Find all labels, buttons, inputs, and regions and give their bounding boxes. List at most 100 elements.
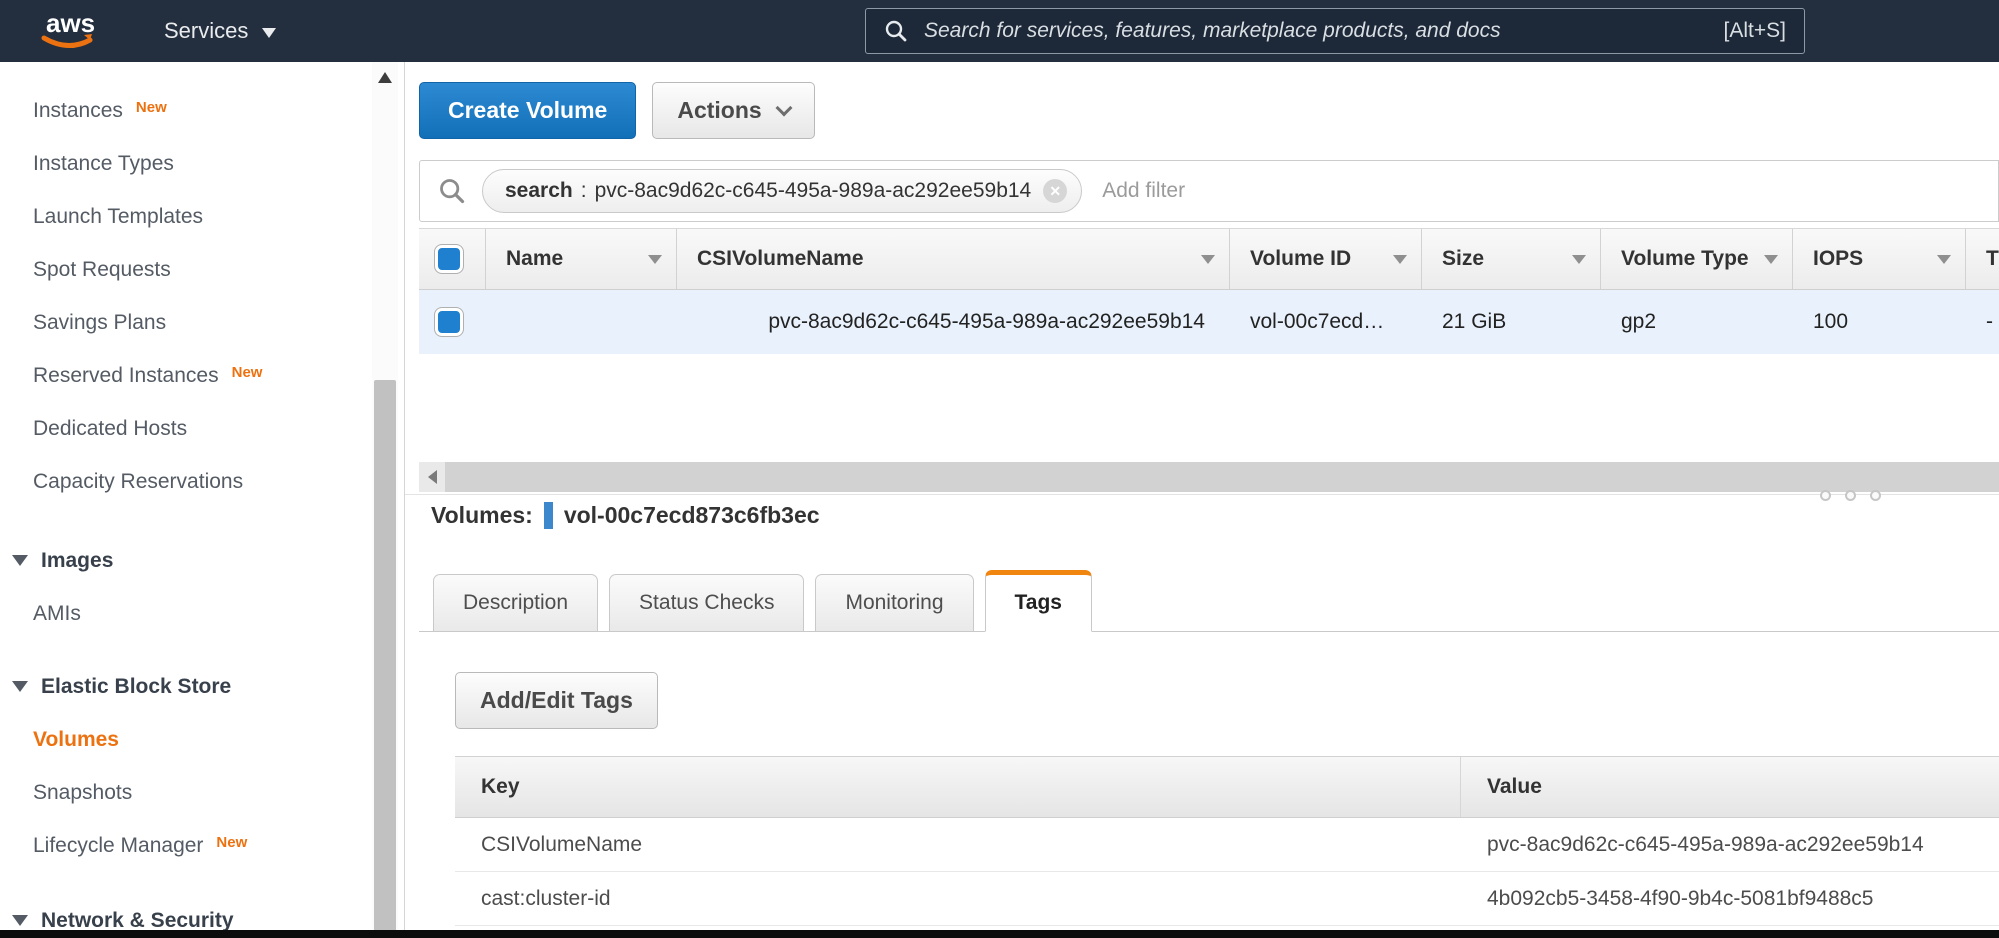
window-bottom-edge <box>0 930 1999 938</box>
sidebar-item-volumes[interactable]: Volumes <box>0 713 404 766</box>
cell-volume-type: gp2 <box>1600 290 1792 354</box>
detail-tabs: Description Status Checks Monitoring Tag… <box>419 570 1999 632</box>
column-header-size[interactable]: Size <box>1421 229 1600 289</box>
tab-tags[interactable]: Tags <box>985 570 1092 632</box>
cell-name <box>485 290 676 354</box>
scroll-left-icon[interactable] <box>419 462 445 492</box>
column-header-volume-type[interactable]: Volume Type <box>1600 229 1792 289</box>
filter-bar[interactable]: search : pvc-8ac9d62c-c645-495a-989a-ac2… <box>419 160 1999 222</box>
tab-monitoring[interactable]: Monitoring <box>815 574 973 631</box>
sort-icon <box>1937 255 1951 264</box>
ec2-sidebar: Instances New Instance Types Launch Temp… <box>0 62 405 938</box>
sidebar-item-spot-requests[interactable]: Spot Requests <box>0 243 404 296</box>
remove-filter-icon[interactable]: ✕ <box>1043 179 1067 203</box>
section-collapse-icon <box>12 915 28 926</box>
volumes-table-header: Name CSIVolumeName Volume ID Size Volume… <box>419 228 1999 290</box>
new-badge: New <box>216 834 247 851</box>
services-caret-icon <box>262 28 276 38</box>
section-collapse-icon <box>12 681 28 692</box>
aws-console-window: aws Services Search for services, featur… <box>0 0 1999 938</box>
sidebar-item-amis[interactable]: AMIs <box>0 587 404 640</box>
sidebar-section-images[interactable]: Images <box>0 534 404 587</box>
volume-table-row[interactable]: pvc-8ac9d62c-c645-495a-989a-ac292ee59b14… <box>419 290 1999 354</box>
cell-throughput: - <box>1965 290 1999 354</box>
sidebar-item-launch-templates[interactable]: Launch Templates <box>0 190 404 243</box>
tags-table-header: Key Value <box>455 756 1999 818</box>
column-header-volume-id[interactable]: Volume ID <box>1229 229 1421 289</box>
detail-heading: Volumes: vol-00c7ecd873c6fb3ec <box>431 502 820 529</box>
tag-value: 4b092cb5-3458-4f90-9b4c-5081bf9488c5 <box>1460 872 1999 925</box>
tag-key: CSIVolumeName <box>455 818 1460 871</box>
cell-size: 21 GiB <box>1421 290 1600 354</box>
filter-tag[interactable]: search : pvc-8ac9d62c-c645-495a-989a-ac2… <box>482 169 1082 213</box>
services-menu[interactable]: Services <box>164 18 276 44</box>
tags-column-key: Key <box>455 757 1460 817</box>
sidebar-item-capacity-reservations[interactable]: Capacity Reservations <box>0 455 404 508</box>
filter-search-icon <box>438 177 466 205</box>
filter-tag-value: pvc-8ac9d62c-c645-495a-989a-ac292ee59b14 <box>595 179 1032 203</box>
new-badge: New <box>232 364 263 381</box>
horizontal-scrollbar-thumb[interactable] <box>445 462 1999 492</box>
column-header-iops[interactable]: IOPS <box>1792 229 1965 289</box>
tag-key: cast:cluster-id <box>455 872 1460 925</box>
aws-logo-icon[interactable]: aws <box>40 8 102 54</box>
detail-heading-volume-id: vol-00c7ecd873c6fb3ec <box>564 502 820 529</box>
search-shortcut-hint: [Alt+S] <box>1724 19 1786 43</box>
selection-marker <box>544 502 553 529</box>
select-all-checkbox[interactable] <box>435 245 463 273</box>
sidebar-scrollbar-thumb[interactable] <box>374 380 396 938</box>
tab-description[interactable]: Description <box>433 574 598 631</box>
sidebar-item-snapshots[interactable]: Snapshots <box>0 766 404 819</box>
cell-iops: 100 <box>1792 290 1965 354</box>
sort-icon <box>1393 255 1407 264</box>
tag-value: pvc-8ac9d62c-c645-495a-989a-ac292ee59b14 <box>1460 818 1999 871</box>
services-label: Services <box>164 18 248 44</box>
sidebar-section-elastic-block-store[interactable]: Elastic Block Store <box>0 660 404 713</box>
detail-heading-label: Volumes: <box>431 502 533 529</box>
sort-icon <box>1764 255 1778 264</box>
add-filter-input[interactable]: Add filter <box>1102 179 1185 203</box>
actions-button[interactable]: Actions <box>652 82 814 139</box>
column-header-name[interactable]: Name <box>485 229 676 289</box>
panel-resize-handle[interactable] <box>1820 490 1881 501</box>
tags-table: Key Value CSIVolumeName pvc-8ac9d62c-c64… <box>455 756 1999 926</box>
cell-csivolumename: pvc-8ac9d62c-c645-495a-989a-ac292ee59b14 <box>676 290 1229 354</box>
column-header-csivolumename[interactable]: CSIVolumeName <box>676 229 1229 289</box>
row-checkbox-cell <box>419 290 485 354</box>
horizontal-scrollbar[interactable] <box>419 462 1999 492</box>
sidebar-scrollbar[interactable] <box>372 62 398 938</box>
main-content: Create Volume Actions search : pvc-8ac9d… <box>405 62 1999 938</box>
new-badge: New <box>136 99 167 116</box>
panel-divider <box>405 494 1999 495</box>
tag-row: CSIVolumeName pvc-8ac9d62c-c645-495a-989… <box>455 818 1999 872</box>
column-header-throughput-truncated[interactable]: T <box>1965 229 1999 289</box>
cell-volume-id: vol-00c7ecd… <box>1229 290 1421 354</box>
sidebar-item-reserved-instances[interactable]: Reserved Instances New <box>0 349 404 402</box>
sort-icon <box>1572 255 1586 264</box>
svg-text:aws: aws <box>46 8 95 38</box>
sort-icon <box>648 255 662 264</box>
sort-icon <box>1201 255 1215 264</box>
row-checkbox[interactable] <box>435 308 463 336</box>
sidebar-item-dedicated-hosts[interactable]: Dedicated Hosts <box>0 402 404 455</box>
search-placeholder: Search for services, features, marketpla… <box>924 19 1501 43</box>
chevron-down-icon <box>775 99 792 116</box>
sidebar-item-lifecycle-manager[interactable]: Lifecycle Manager New <box>0 819 404 872</box>
section-collapse-icon <box>12 555 28 566</box>
header-checkbox-cell <box>419 229 485 289</box>
create-volume-button[interactable]: Create Volume <box>419 82 636 139</box>
top-nav: aws Services Search for services, featur… <box>0 0 1999 62</box>
sidebar-item-instances[interactable]: Instances New <box>0 84 404 137</box>
global-search-input[interactable]: Search for services, features, marketpla… <box>865 8 1805 54</box>
sidebar-item-savings-plans[interactable]: Savings Plans <box>0 296 404 349</box>
add-edit-tags-button[interactable]: Add/Edit Tags <box>455 672 658 729</box>
tag-row: cast:cluster-id 4b092cb5-3458-4f90-9b4c-… <box>455 872 1999 926</box>
filter-tag-separator: : <box>581 179 587 203</box>
sidebar-item-instance-types[interactable]: Instance Types <box>0 137 404 190</box>
volumes-toolbar: Create Volume Actions <box>419 82 815 139</box>
tags-column-value: Value <box>1460 757 1999 817</box>
scroll-up-icon[interactable] <box>378 72 392 83</box>
tab-status-checks[interactable]: Status Checks <box>609 574 804 631</box>
search-icon <box>884 19 908 43</box>
filter-tag-name: search <box>505 179 573 203</box>
